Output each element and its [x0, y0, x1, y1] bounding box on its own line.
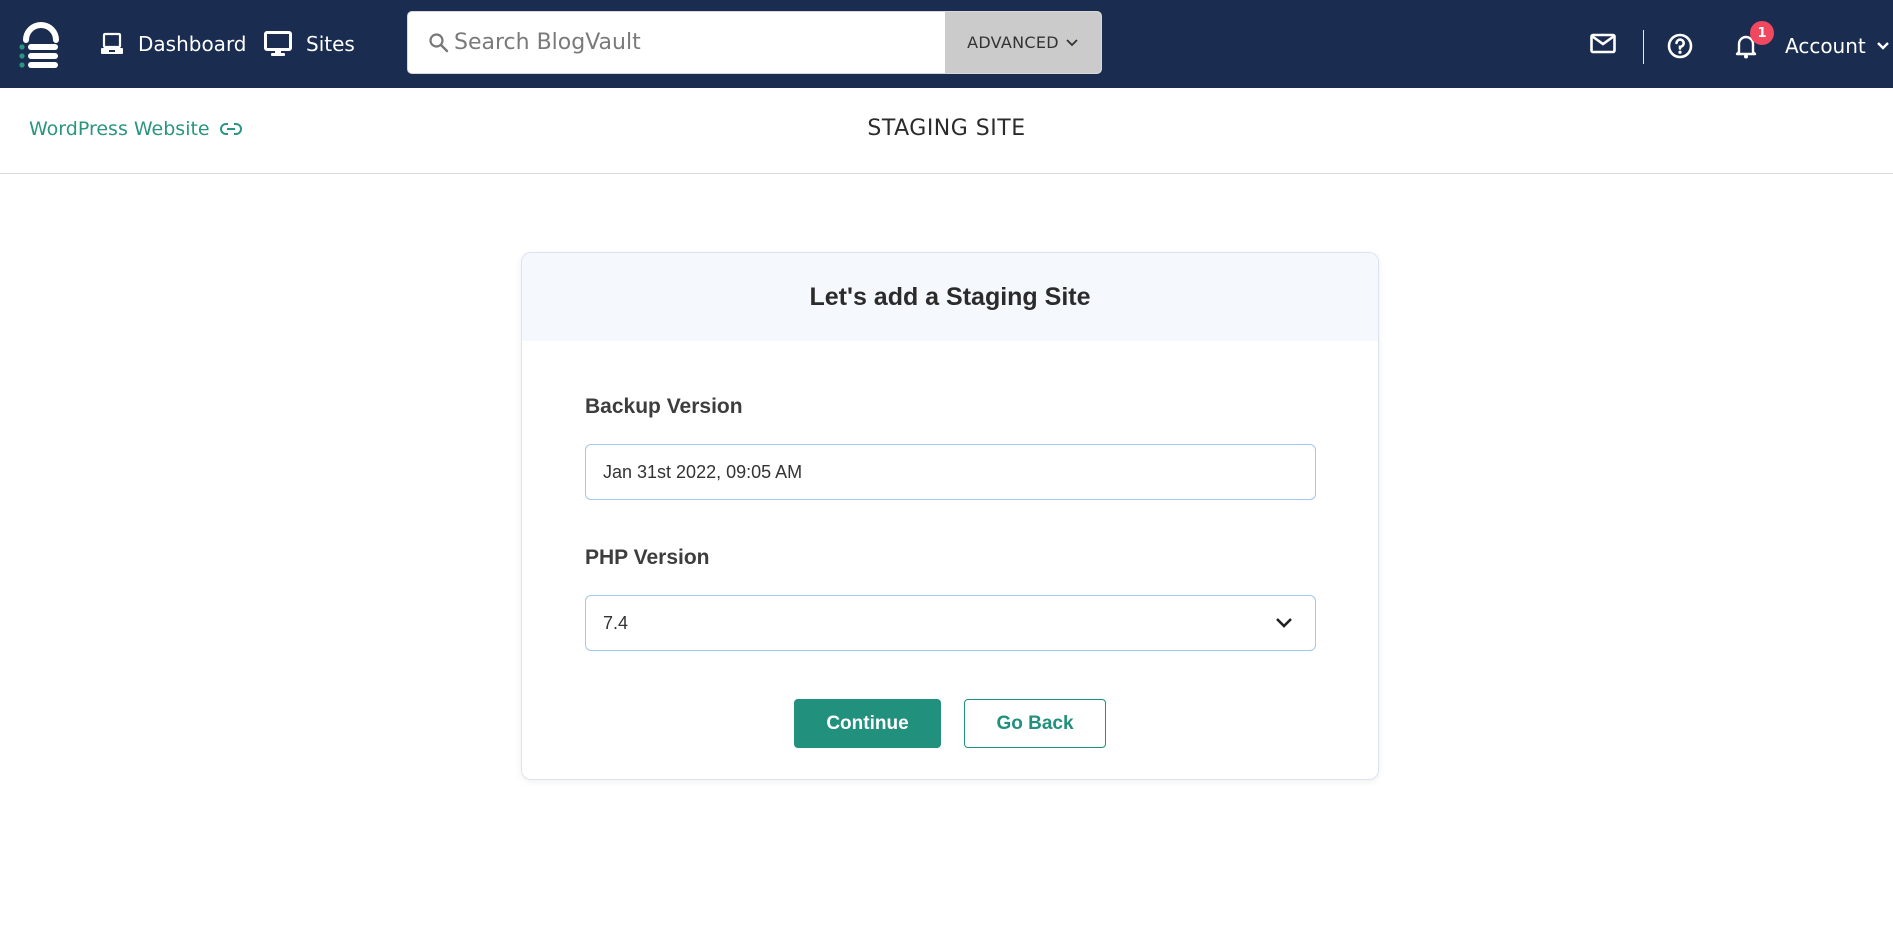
continue-button[interactable]: Continue [794, 699, 941, 748]
advanced-search-button[interactable]: ADVANCED [945, 12, 1101, 73]
advanced-search-label: ADVANCED [967, 33, 1059, 52]
backup-version-value: Jan 31st 2022, 09:05 AM [603, 461, 803, 482]
search-bar: ADVANCED [407, 11, 1102, 74]
chevron-down-icon [1066, 38, 1078, 46]
monitor-icon [264, 31, 292, 56]
php-version-select[interactable]: 7.4 [585, 595, 1316, 651]
page-subheader: WordPress Website STAGING SITE [0, 88, 1893, 174]
mail-icon[interactable] [1590, 33, 1616, 55]
laptop-icon [101, 32, 123, 54]
backup-version-label: Backup Version [585, 395, 743, 418]
chevron-down-icon [1276, 618, 1292, 628]
staging-site-card: Let's add a Staging Site Backup Version … [521, 252, 1379, 780]
nav-dashboard[interactable]: Dashboard [100, 28, 247, 60]
search-icon [429, 33, 449, 53]
blogvault-logo[interactable] [18, 16, 64, 72]
nav-sites[interactable]: Sites [264, 28, 355, 60]
php-version-label: PHP Version [585, 546, 710, 569]
account-menu[interactable]: Account [1785, 34, 1890, 58]
nav-dashboard-label: Dashboard [138, 32, 247, 56]
php-version-value: 7.4 [603, 612, 629, 633]
go-back-button[interactable]: Go Back [964, 699, 1106, 748]
search-input[interactable] [454, 12, 934, 73]
chevron-down-icon [1876, 42, 1889, 50]
notification-badge: 1 [1750, 21, 1774, 45]
backup-version-field[interactable]: Jan 31st 2022, 09:05 AM [585, 444, 1316, 500]
navbar-divider [1643, 30, 1644, 64]
top-navbar: Dashboard Sites ADVANCED [0, 0, 1893, 88]
page-title: STAGING SITE [867, 116, 1026, 141]
help-icon[interactable] [1667, 33, 1693, 59]
card-title: Let's add a Staging Site [522, 253, 1378, 341]
account-label: Account [1785, 34, 1866, 58]
nav-sites-label: Sites [306, 32, 355, 56]
